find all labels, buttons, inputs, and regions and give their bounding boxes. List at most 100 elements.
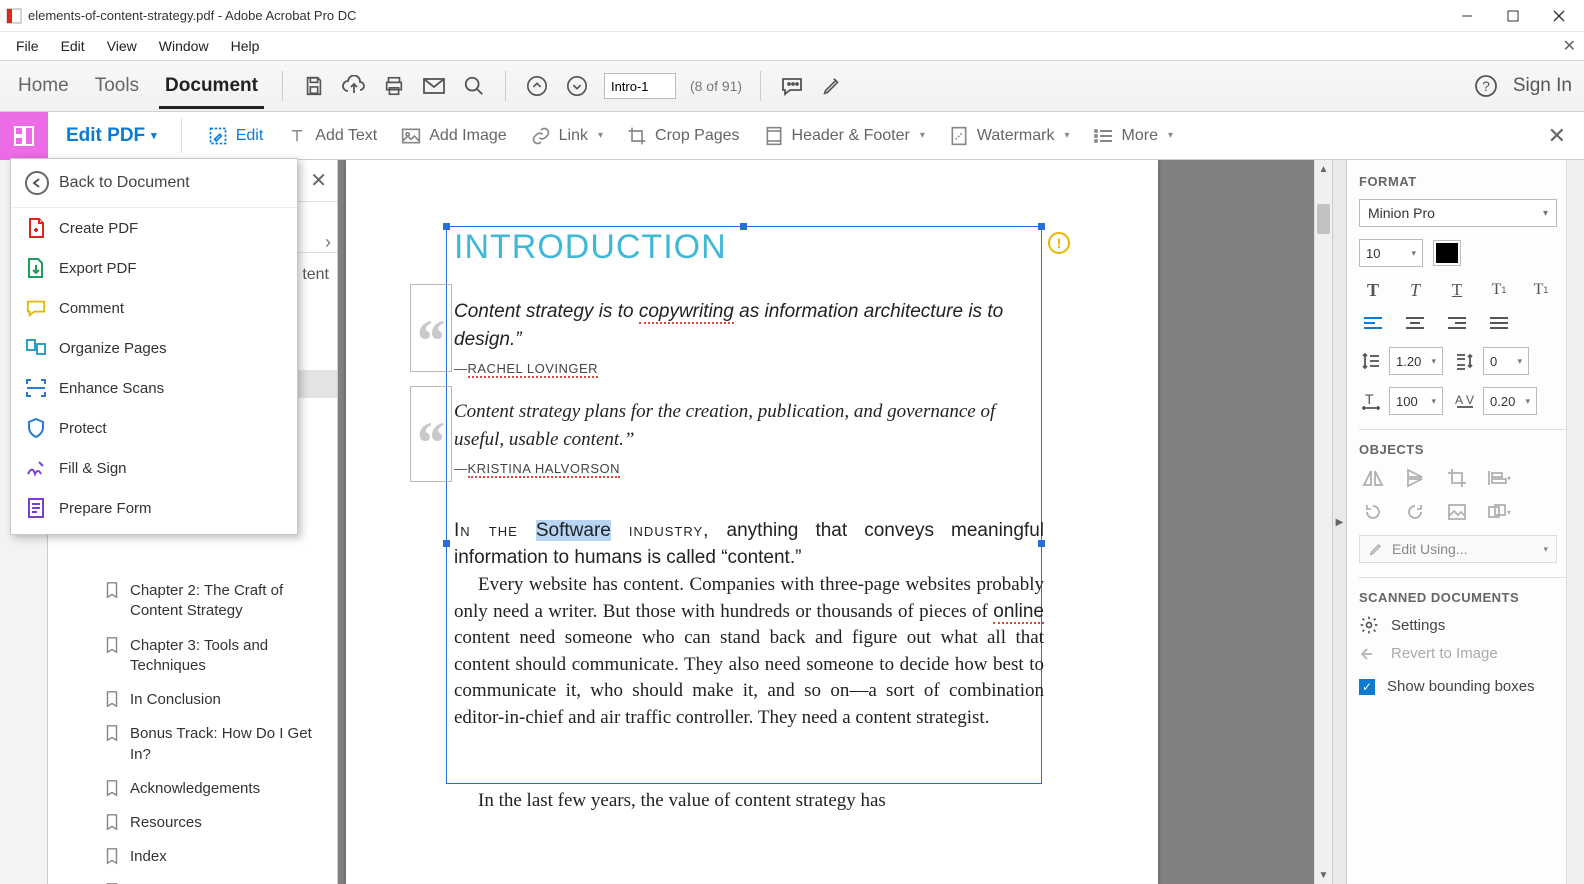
maximize-button[interactable] xyxy=(1490,1,1536,31)
open-quote-icon: “ xyxy=(414,326,444,356)
subscript-icon[interactable]: T1 xyxy=(1529,279,1553,301)
sign-in-link[interactable]: Sign In xyxy=(1513,75,1572,97)
edit-tool-edit[interactable]: Edit xyxy=(196,126,276,146)
flip-vertical-icon xyxy=(1403,467,1427,489)
menubar: File Edit View Window Help ✕ xyxy=(0,32,1584,60)
bookmark-item[interactable]: Index xyxy=(48,840,337,874)
bookmark-item[interactable]: In Conclusion xyxy=(48,683,337,717)
save-icon[interactable] xyxy=(301,73,327,99)
bookmark-icon xyxy=(104,724,120,742)
chevron-right-icon[interactable]: › xyxy=(325,232,331,253)
page-number-input[interactable] xyxy=(604,73,676,99)
pdf-page[interactable]: ! INTRODUCTION “ Content strategy is to … xyxy=(346,160,1158,884)
superscript-icon[interactable]: T1 xyxy=(1487,279,1511,301)
edit-tool-crop[interactable]: Crop Pages xyxy=(615,126,752,146)
paragraph-spacing-input[interactable]: 0▾ xyxy=(1483,347,1529,375)
bookmark-item[interactable]: Chapter 3: Tools and Techniques xyxy=(48,629,337,684)
menu-file[interactable]: File xyxy=(6,35,49,57)
scroll-down-icon[interactable]: ▼ xyxy=(1315,866,1332,884)
tab-document[interactable]: Document xyxy=(159,63,264,109)
tool-fill-sign[interactable]: Fill & Sign xyxy=(11,448,297,488)
expand-right-panel-handle[interactable]: ▶ xyxy=(1332,160,1346,884)
back-to-document-button[interactable]: Back to Document xyxy=(11,159,297,208)
scroll-up-icon[interactable]: ▲ xyxy=(1315,160,1332,178)
navigation-panel: ✕ › tent Back to Document Create PDF Exp… xyxy=(48,160,338,884)
font-size-input[interactable]: 10▾ xyxy=(1359,239,1423,267)
body-paragraph: Every website has content. Companies wit… xyxy=(454,572,1044,732)
cloud-upload-icon[interactable] xyxy=(341,73,367,99)
line-spacing-input[interactable]: 1.20▾ xyxy=(1389,347,1443,375)
italic-icon[interactable]: T xyxy=(1403,279,1427,301)
minimize-button[interactable] xyxy=(1444,1,1490,31)
edit-tool-add-text[interactable]: Add Text xyxy=(275,126,389,146)
bookmark-list: Chapter 2: The Craft of Content Strategy… xyxy=(48,574,337,884)
close-window-button[interactable] xyxy=(1536,1,1582,31)
show-bounding-boxes-checkbox[interactable]: ✓ Show bounding boxes xyxy=(1359,678,1572,695)
tool-prepare-form[interactable]: Prepare Form xyxy=(11,488,297,528)
underline-icon[interactable]: T xyxy=(1445,279,1469,301)
highlighter-icon[interactable] xyxy=(819,73,845,99)
menu-edit[interactable]: Edit xyxy=(51,35,95,57)
edit-pdf-icon[interactable] xyxy=(0,112,48,160)
help-icon[interactable]: ? xyxy=(1473,73,1499,99)
search-icon[interactable] xyxy=(461,73,487,99)
bookmark-item[interactable]: Resources xyxy=(48,806,337,840)
tab-home[interactable]: Home xyxy=(12,63,75,109)
character-spacing-input[interactable]: 0.20▾ xyxy=(1483,387,1537,415)
font-color-picker[interactable] xyxy=(1433,240,1461,266)
svg-text:T: T xyxy=(1365,392,1374,407)
edit-tool-header-footer[interactable]: Header & Footer▾ xyxy=(752,126,937,146)
email-icon[interactable] xyxy=(421,73,447,99)
bookmark-icon xyxy=(104,847,120,865)
menu-help[interactable]: Help xyxy=(221,35,270,57)
flip-horizontal-icon xyxy=(1361,467,1385,489)
comment-icon[interactable] xyxy=(779,73,805,99)
bookmark-item[interactable]: Bonus Track: How Do I Get In? xyxy=(48,717,337,772)
tool-export-pdf[interactable]: Export PDF xyxy=(11,248,297,288)
tool-protect[interactable]: Protect xyxy=(11,408,297,448)
bold-icon[interactable]: T xyxy=(1361,279,1385,301)
settings-button[interactable]: Settings xyxy=(1359,615,1572,635)
align-right-icon[interactable] xyxy=(1445,313,1469,335)
align-center-icon[interactable] xyxy=(1403,313,1427,335)
bookmark-item[interactable]: Chapter 2: The Craft of Content Strategy xyxy=(48,574,337,629)
align-left-icon[interactable] xyxy=(1361,313,1385,335)
align-objects-icon: ▾ xyxy=(1487,467,1511,489)
tool-enhance-scans[interactable]: Enhance Scans xyxy=(11,368,297,408)
tab-tools[interactable]: Tools xyxy=(89,63,145,109)
svg-text:?: ? xyxy=(1482,78,1490,94)
document-viewport[interactable]: ! INTRODUCTION “ Content strategy is to … xyxy=(338,160,1332,884)
warning-icon[interactable]: ! xyxy=(1048,232,1070,254)
print-icon[interactable] xyxy=(381,73,407,99)
edit-tool-watermark[interactable]: Watermark▾ xyxy=(937,126,1082,146)
scrollbar-thumb[interactable] xyxy=(1317,204,1330,234)
page-down-icon[interactable] xyxy=(564,73,590,99)
edit-tool-link[interactable]: Link▾ xyxy=(519,126,615,146)
open-quote-icon: “ xyxy=(414,428,444,458)
edit-using-dropdown: Edit Using... ▾ xyxy=(1359,535,1557,563)
close-document-button[interactable]: ✕ xyxy=(1563,36,1576,56)
bookmark-icon xyxy=(104,690,120,708)
arrange-icon: ▾ xyxy=(1487,501,1511,523)
page-count-label: (8 of 91) xyxy=(690,78,742,94)
menu-window[interactable]: Window xyxy=(149,35,219,57)
bookmark-item[interactable]: Acknowledgements xyxy=(48,772,337,806)
tool-create-pdf[interactable]: Create PDF xyxy=(11,208,297,248)
tool-comment[interactable]: Comment xyxy=(11,288,297,328)
close-edit-toolbar-button[interactable]: ✕ xyxy=(1530,123,1584,149)
edit-pdf-dropdown[interactable]: Edit PDF▾ xyxy=(48,125,175,147)
rotate-ccw-icon xyxy=(1361,501,1385,523)
bookmark-icon xyxy=(104,581,120,599)
tool-organize-pages[interactable]: Organize Pages xyxy=(11,328,297,368)
bookmark-item[interactable]: About A Book Apart xyxy=(48,875,337,884)
menu-view[interactable]: View xyxy=(97,35,147,57)
page-up-icon[interactable] xyxy=(524,73,550,99)
close-nav-panel-button[interactable]: ✕ xyxy=(310,168,327,193)
vertical-scrollbar[interactable]: ▲ ▼ xyxy=(1314,160,1332,884)
quote-author: —RACHEL LOVINGER xyxy=(454,361,1039,376)
align-justify-icon[interactable] xyxy=(1487,313,1511,335)
font-family-select[interactable]: Minion Pro▾ xyxy=(1359,199,1557,227)
edit-tool-more[interactable]: More▾ xyxy=(1082,126,1185,146)
horizontal-scale-input[interactable]: 100▾ xyxy=(1389,387,1443,415)
edit-tool-add-image[interactable]: Add Image xyxy=(389,126,518,146)
